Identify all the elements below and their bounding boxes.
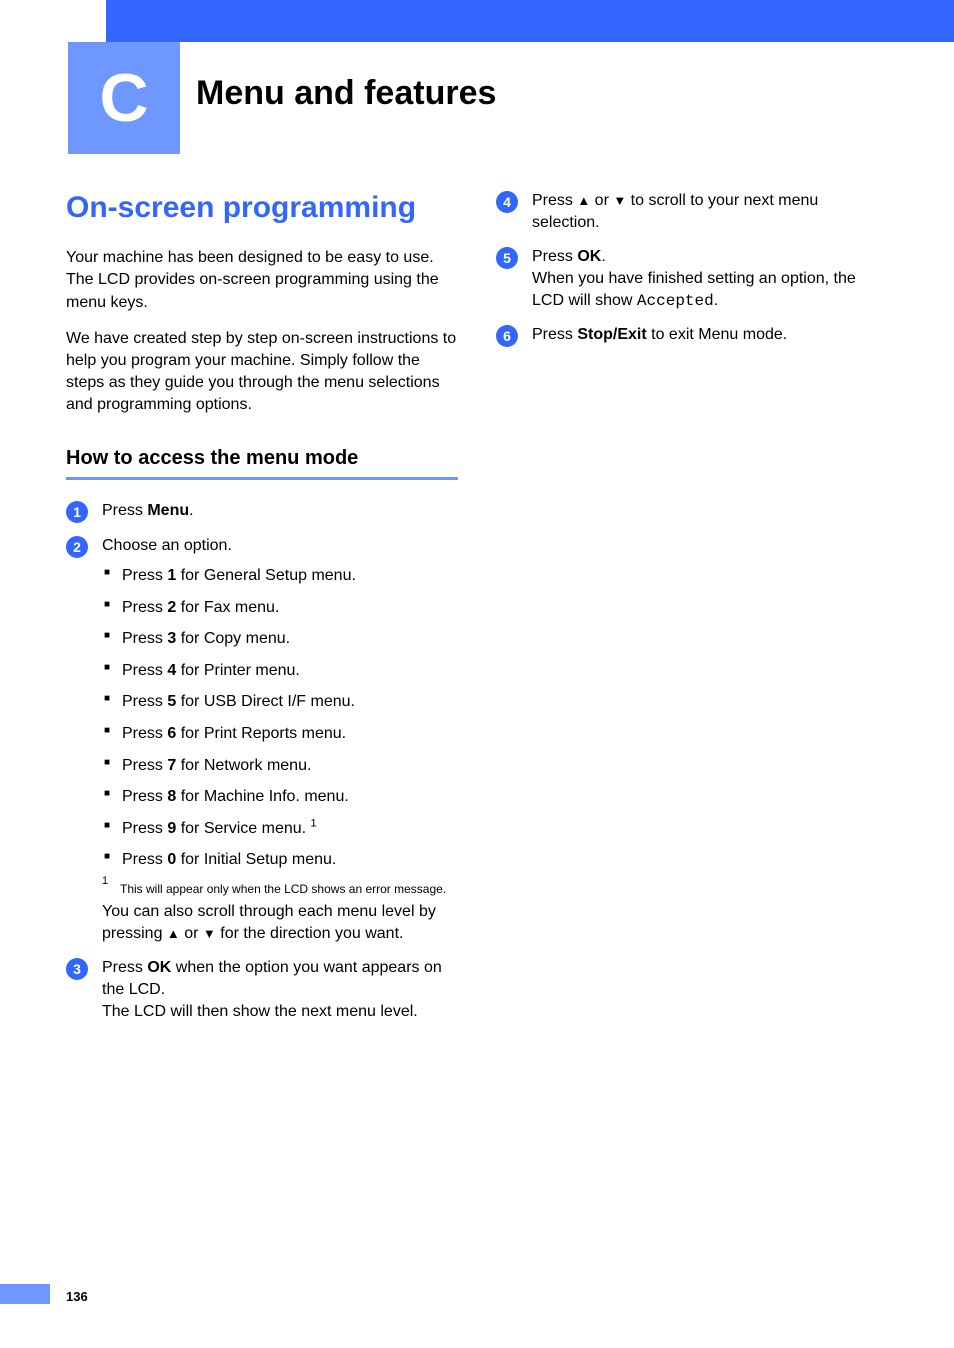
key-label: 6	[167, 725, 176, 742]
step-6: 6 Press Stop/Exit to exit Menu mode.	[496, 324, 888, 347]
subsection-heading: How to access the menu mode	[66, 446, 458, 471]
step-text: or	[180, 925, 203, 942]
key-label: OK	[577, 248, 601, 265]
key-label: 2	[167, 599, 176, 616]
intro-paragraph-2: We have created step by step on-screen i…	[66, 328, 458, 416]
intro-paragraph-1: Your machine has been designed to be eas…	[66, 247, 458, 313]
list-item: Press 3 for Copy menu.	[104, 628, 458, 650]
key-label: 5	[167, 693, 176, 710]
footnote-ref: 1	[311, 817, 317, 829]
list-item: Press 5 for USB Direct I/F menu.	[104, 691, 458, 713]
key-label: 7	[167, 757, 176, 774]
list-item: Press 7 for Network menu.	[104, 755, 458, 777]
list-item: Press 4 for Printer menu.	[104, 660, 458, 682]
list-item: Press 2 for Fax menu.	[104, 597, 458, 619]
key-label: 9	[167, 820, 176, 837]
option-list: Press 1 for General Setup menu. Press 2 …	[102, 565, 458, 871]
page-number: 136	[66, 1289, 88, 1304]
key-label: 4	[167, 662, 176, 679]
step-text: Press	[532, 192, 577, 209]
list-item: Press 6 for Print Reports menu.	[104, 723, 458, 745]
content-columns: On-screen programming Your machine has b…	[66, 190, 888, 1036]
footnote-text: This will appear only when the LCD shows…	[120, 881, 458, 897]
key-label: Menu	[147, 502, 189, 519]
step-5-body: Press OK. When you have finished setting…	[532, 246, 888, 312]
step-number-badge: 6	[496, 325, 518, 347]
key-label: 1	[167, 567, 176, 584]
section-heading: On-screen programming	[66, 190, 458, 225]
down-arrow-icon: ▼	[203, 926, 216, 941]
lcd-text: Accepted	[637, 292, 714, 310]
step-1: 1 Press Menu.	[66, 500, 458, 523]
step-text: .	[714, 292, 718, 309]
list-item: Press 1 for General Setup menu.	[104, 565, 458, 587]
step-4: 4 Press ▲ or ▼ to scroll to your next me…	[496, 190, 888, 234]
step-text: Press	[532, 326, 577, 343]
step-text: .	[189, 502, 193, 519]
key-label: Stop/Exit	[577, 326, 646, 343]
list-item: Press 9 for Service menu. 1	[104, 818, 458, 840]
key-label: 3	[167, 630, 176, 647]
footnote: 1 This will appear only when the LCD sho…	[102, 881, 458, 897]
step-text: Press	[532, 248, 577, 265]
step-number-badge: 1	[66, 501, 88, 523]
step-number-badge: 2	[66, 536, 88, 558]
list-item: Press 8 for Machine Info. menu.	[104, 786, 458, 808]
down-arrow-icon: ▼	[613, 193, 626, 208]
list-item: Press 0 for Initial Setup menu.	[104, 849, 458, 871]
step-number-badge: 5	[496, 247, 518, 269]
step-number-badge: 3	[66, 958, 88, 980]
left-column: On-screen programming Your machine has b…	[66, 190, 458, 1036]
appendix-letter: C	[99, 59, 148, 137]
step-2-body: Choose an option. Press 1 for General Se…	[102, 535, 458, 945]
step-text: The LCD will then show the next menu lev…	[102, 1003, 418, 1020]
step-text: Choose an option.	[102, 537, 232, 554]
step-text: Press	[102, 959, 147, 976]
step-text: Press	[102, 502, 147, 519]
key-label: OK	[147, 959, 171, 976]
header-bar	[106, 0, 954, 42]
footnote-mark: 1	[102, 881, 120, 897]
page-number-bar	[0, 1284, 50, 1304]
step-2: 2 Choose an option. Press 1 for General …	[66, 535, 458, 945]
appendix-badge: C	[68, 42, 180, 154]
up-arrow-icon: ▲	[167, 926, 180, 941]
step-3-body: Press OK when the option you want appear…	[102, 957, 458, 1023]
step-3: 3 Press OK when the option you want appe…	[66, 957, 458, 1023]
step-4-body: Press ▲ or ▼ to scroll to your next menu…	[532, 190, 888, 234]
step-5: 5 Press OK. When you have finished setti…	[496, 246, 888, 312]
step-number-badge: 4	[496, 191, 518, 213]
subsection-rule	[66, 477, 458, 480]
step-text: or	[590, 192, 613, 209]
step-text: for the direction you want.	[216, 925, 404, 942]
up-arrow-icon: ▲	[577, 193, 590, 208]
step-text: to exit Menu mode.	[647, 326, 788, 343]
key-label: 8	[167, 788, 176, 805]
step-6-body: Press Stop/Exit to exit Menu mode.	[532, 324, 888, 346]
key-label: 0	[167, 851, 176, 868]
step-text: .	[601, 248, 605, 265]
chapter-title: Menu and features	[196, 74, 496, 113]
step-1-body: Press Menu.	[102, 500, 458, 522]
right-column: 4 Press ▲ or ▼ to scroll to your next me…	[496, 190, 888, 1036]
